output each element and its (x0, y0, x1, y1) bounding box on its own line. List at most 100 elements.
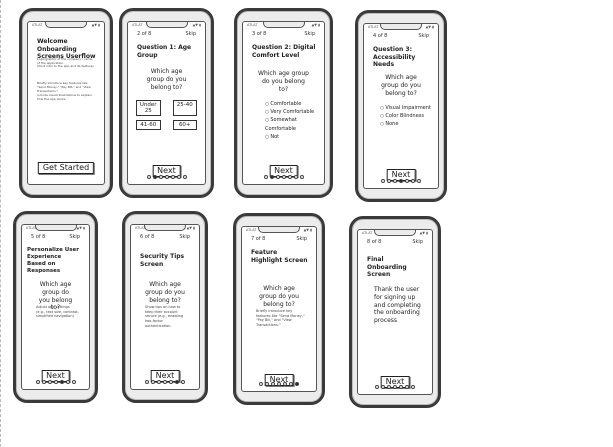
status-bar: ATLAT ▲▼ ▮ (368, 25, 434, 29)
option-very-comfortable[interactable]: Very Comfortable (265, 108, 318, 116)
step-counter: 3 of 8 (252, 31, 267, 37)
page-dot (387, 179, 391, 183)
security-desc: Show tips on how to keep their account s… (145, 305, 184, 328)
final-title: Final Onboarding Screen (367, 256, 407, 278)
step-counter: 8 of 8 (367, 239, 382, 245)
status-time: ATLAT (368, 25, 379, 29)
option-41-60[interactable]: 41-60 (136, 120, 161, 130)
page-indicator (22, 380, 89, 384)
page-dot (381, 385, 385, 389)
phone-q2: ATLAT ▲▼ ▮ 3 of 8 Skip Question 2: Digital… (234, 8, 333, 198)
page-dot (41, 380, 46, 384)
step-counter: 7 of 8 (251, 236, 266, 242)
q2-question: Which age group do you belong to? (258, 70, 309, 93)
skip-link[interactable]: Skip (69, 234, 80, 240)
option-comfortable[interactable]: Comfortable (265, 100, 318, 108)
topbar: 7 of 8 Skip (251, 236, 307, 242)
page-dot (71, 380, 76, 384)
page-dot (405, 385, 409, 389)
signal-icon: ▲▼ ▮ (419, 231, 428, 235)
skip-link[interactable]: Skip (185, 31, 196, 37)
status-bar: ATLAT ▲▼ ▮ (135, 226, 195, 230)
page-dot (381, 179, 385, 183)
topbar: 6 of 8 Skip (140, 234, 190, 240)
signal-icon: ▲▼ ▮ (425, 25, 434, 29)
page-dot-active (399, 179, 403, 183)
topbar: 8 of 8 Skip (367, 239, 423, 245)
step-counter: 2 of 8 (137, 31, 152, 37)
skip-link[interactable]: Skip (412, 239, 423, 245)
option-somewhat-comfortable[interactable]: Somewhat Comfortable (265, 116, 318, 132)
page-dot (259, 382, 263, 386)
accessibility-options: Visual Impairment Color Blindness None (380, 104, 432, 129)
page-dot (293, 175, 298, 179)
page-dot (35, 380, 40, 384)
status-bar: ATLAT ▲▼ ▮ (362, 231, 428, 235)
signal-icon: ▲▼ ▮ (303, 228, 312, 232)
signal-icon: ▲▼ ▮ (186, 226, 195, 230)
option-color-blindness[interactable]: Color Blindness (380, 112, 432, 120)
option-25-40[interactable]: 25-40 (172, 100, 197, 116)
page-dot (164, 175, 169, 179)
topbar: 3 of 8 Skip (252, 31, 315, 37)
welcome-line2: Short intro to the app and its features (37, 64, 94, 68)
welcome-note: Briefly introduce key features like "Sen… (37, 81, 91, 93)
option-none[interactable]: None (380, 120, 432, 128)
page-dot (271, 382, 275, 386)
skip-link[interactable]: Skip (296, 236, 307, 242)
status-time: ATLAT (362, 231, 373, 235)
q1-title: Question 1: Age Group (137, 44, 192, 59)
option-visual-impairment[interactable]: Visual Impairment (380, 104, 432, 112)
status-time: ATLAT (246, 228, 257, 232)
status-time: ATLAT (26, 226, 37, 230)
phone-welcome: ATLAT ▲▼ ▮ Welcome Onboarding Screens Use… (19, 8, 113, 198)
option-60-plus[interactable]: 60+ (172, 120, 197, 130)
option-under-25[interactable]: Under 25 (136, 100, 161, 116)
welcome-note2: Include visual illustrations to explain … (37, 93, 92, 101)
feature-question: Which age group do you belong to? (259, 285, 299, 308)
page-dot (299, 175, 304, 179)
page-dot (411, 385, 415, 389)
page-dot (47, 380, 52, 384)
q3-title: Question 3: Accessibility Needs (373, 46, 416, 68)
page-indicator (242, 382, 316, 386)
status-bar: ATLAT ▲▼ ▮ (32, 23, 100, 27)
q3-question: Which age group do you belong to? (381, 74, 421, 97)
page-dot (289, 382, 293, 386)
phone-q1: ATLAT ▲▼ ▮ 2 of 8 Skip Question 1: Age Gro… (119, 8, 214, 198)
skip-link[interactable]: Skip (418, 33, 429, 39)
skip-link[interactable]: Skip (179, 234, 190, 240)
status-time: ATLAT (247, 23, 258, 27)
status-time: ATLAT (132, 23, 143, 27)
page-indicator (358, 385, 432, 389)
page-dot (151, 380, 155, 384)
page-dot (411, 179, 415, 183)
page-dot (275, 175, 280, 179)
screen-q2: ATLAT ▲▼ ▮ 3 of 8 Skip Question 2: Digital… (242, 21, 325, 185)
screen-security: ATLAT ▲▼ ▮ 6 of 8 Skip Security Tips Scree… (130, 224, 200, 390)
page-dot (145, 380, 149, 384)
page-dot (265, 382, 269, 386)
phone-feature: ATLAT ▲▼ ▮ 7 of 8 Skip Feature Highlight S… (233, 213, 325, 405)
page-dot (263, 175, 268, 179)
page-dot-active (175, 380, 179, 384)
option-not[interactable]: Not (265, 133, 318, 141)
skip-link[interactable]: Skip (304, 31, 315, 37)
screen-final: ATLAT ▲▼ ▮ 8 of 8 Skip Final Onboarding Sc… (357, 229, 433, 395)
page-dot (170, 175, 175, 179)
signal-icon: ▲▼ ▮ (311, 23, 320, 27)
page-dot (405, 179, 409, 183)
status-bar: ATLAT ▲▼ ▮ (247, 23, 320, 27)
page-dot (399, 385, 403, 389)
page-dot-active (269, 175, 274, 179)
get-started-button[interactable]: Get Started (37, 162, 95, 174)
topbar: 5 of 8 Skip (31, 234, 80, 240)
page-dot (169, 380, 173, 384)
final-message: Thank the user for signing up and comple… (374, 286, 421, 325)
topbar: 4 of 8 Skip (373, 33, 429, 39)
page-dot (287, 175, 292, 179)
step-counter: 6 of 8 (140, 234, 155, 240)
personalize-title: Personalize User Experience Based on Res… (27, 247, 79, 274)
security-question: Which age group do you belong to? (145, 281, 185, 304)
q1-question: Which age group do you belong to? (146, 68, 187, 91)
